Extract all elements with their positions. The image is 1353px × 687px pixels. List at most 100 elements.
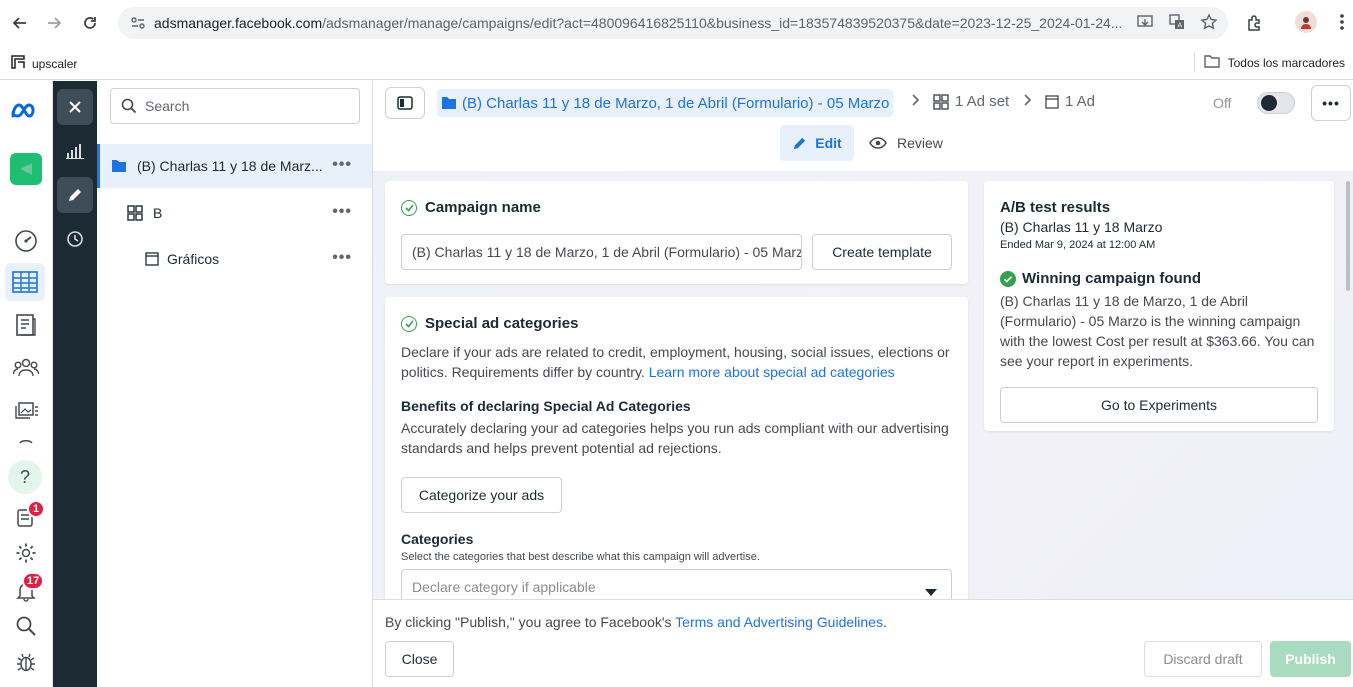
tab-review[interactable]: Review xyxy=(869,125,943,161)
campaign-name-card: Campaign name (B) Charlas 11 y 18 de Mar… xyxy=(385,181,968,284)
toggle-sidebar-button[interactable] xyxy=(385,87,425,119)
browser-toolbar: adsmanager.facebook.com/adsmanager/manag… xyxy=(0,0,1353,46)
terms-link[interactable]: Terms and Advertising Guidelines xyxy=(675,614,883,630)
ab-test-results-card: A/B test results (B) Charlas 11 y 18 Mar… xyxy=(984,181,1334,431)
url-text: adsmanager.facebook.com/adsmanager/manag… xyxy=(154,15,1123,31)
publish-legal-text: By clicking "Publish," you agree to Face… xyxy=(385,614,887,630)
settings-gear-icon[interactable] xyxy=(12,539,40,567)
history-button[interactable] xyxy=(57,221,93,257)
back-icon[interactable] xyxy=(6,9,34,37)
bar-chart-icon xyxy=(66,144,84,159)
bookmarks-divider xyxy=(1194,52,1195,72)
category-select[interactable]: Declare category if applicable xyxy=(401,569,952,599)
all-bookmarks[interactable]: Todos los marcadores xyxy=(1203,54,1345,71)
toggle-knob xyxy=(1261,95,1277,111)
meta-logo-icon[interactable] xyxy=(9,97,43,125)
tree-item-label: Gráficos xyxy=(167,251,220,267)
learn-more-link[interactable]: Learn more about special ad categories xyxy=(649,364,895,380)
install-app-icon[interactable] xyxy=(1136,13,1154,34)
editor-tool-rail xyxy=(53,81,97,687)
edit-mode-button[interactable] xyxy=(57,177,93,213)
chrome-menu-icon[interactable] xyxy=(1339,13,1345,34)
help-icon[interactable]: ? xyxy=(8,460,42,494)
ab-test-campaign: (B) Charlas 11 y 18 Marzo xyxy=(1000,219,1163,235)
special-ad-categories-card: Special ad categories Declare if your ad… xyxy=(385,297,968,599)
winning-text: (B) Charlas 11 y 18 de Marzo, 1 de Abril… xyxy=(1000,293,1315,369)
search-placeholder: Search xyxy=(145,98,190,114)
ab-test-title: A/B test results xyxy=(1000,199,1111,216)
discard-draft-button[interactable]: Discard draft xyxy=(1144,641,1262,677)
more-options-icon[interactable]: ••• xyxy=(332,156,352,174)
chevron-right-icon xyxy=(1023,93,1033,110)
more-options-icon[interactable]: ••• xyxy=(332,203,352,221)
campaign-folder-icon xyxy=(111,159,127,173)
more-options-icon[interactable]: ••• xyxy=(332,249,352,267)
pencil-icon xyxy=(792,136,807,151)
upscaler-icon xyxy=(10,54,26,73)
more-actions-button[interactable]: ••• xyxy=(1311,85,1351,121)
reports-icon[interactable] xyxy=(12,311,40,339)
address-bar[interactable]: adsmanager.facebook.com/adsmanager/manag… xyxy=(118,7,1228,39)
special-categories-description: Declare if your ads are related to credi… xyxy=(401,344,950,380)
publish-button[interactable]: Publish xyxy=(1270,641,1351,677)
ad-window-icon xyxy=(1045,94,1059,109)
breadcrumb-campaign[interactable]: (B) Charlas 11 y 18 de Marzo, 1 de Abril… xyxy=(437,89,894,117)
collapsed-menu-icon[interactable] xyxy=(12,433,40,447)
tree-item-label: (B) Charlas 11 y 18 de Marz... xyxy=(137,158,323,174)
categories-hint: Select the categories that best describe… xyxy=(401,551,760,563)
campaign-status-label: Off xyxy=(1213,95,1232,111)
campaign-name-input[interactable]: (B) Charlas 11 y 18 de Marzo, 1 de Abril… xyxy=(401,234,802,270)
ads-manager-table-icon[interactable] xyxy=(5,263,45,301)
card-title: Campaign name xyxy=(401,199,541,216)
tree-item-campaign[interactable]: (B) Charlas 11 y 18 de Marz... ••• xyxy=(97,144,372,188)
benefits-heading: Benefits of declaring Special Ad Categor… xyxy=(401,398,691,414)
bookmark-star-icon[interactable] xyxy=(1200,13,1218,34)
tree-item-label: B xyxy=(153,205,163,221)
audiences-icon[interactable] xyxy=(12,353,40,381)
search-icon[interactable] xyxy=(12,612,40,640)
bookmarks-bar: upscaler Todos los marcadores xyxy=(0,46,1353,80)
create-template-button[interactable]: Create template xyxy=(812,234,952,270)
breadcrumb-ad[interactable]: 1 Ad xyxy=(1045,93,1095,110)
ab-test-ended: Ended Mar 9, 2024 at 12:00 AM xyxy=(1000,239,1156,251)
notifications-badge: 1 xyxy=(27,500,45,518)
forward-icon[interactable] xyxy=(40,9,68,37)
folder-icon xyxy=(1203,54,1220,71)
tree-item-adset[interactable]: B ••• xyxy=(97,191,372,235)
benefits-text: Accurately declaring your ad categories … xyxy=(401,420,949,456)
editor-footer: By clicking "Publish," you agree to Face… xyxy=(373,599,1353,687)
winning-heading: Winning campaign found xyxy=(1000,270,1201,287)
categorize-ads-button[interactable]: Categorize your ads xyxy=(401,477,562,513)
campaign-folder-icon xyxy=(441,96,457,110)
site-settings-icon[interactable] xyxy=(130,15,146,34)
check-circle-icon xyxy=(401,315,417,332)
eye-icon xyxy=(869,137,887,149)
media-library-icon[interactable] xyxy=(12,395,40,423)
go-to-experiments-button[interactable]: Go to Experiments xyxy=(1000,387,1318,423)
close-editor-button[interactable] xyxy=(57,89,93,125)
dashboard-gauge-icon[interactable] xyxy=(12,227,40,255)
ad-window-icon xyxy=(145,252,159,266)
campaign-tree-panel: Search (B) Charlas 11 y 18 de Marz... ••… xyxy=(97,81,373,687)
reload-icon[interactable] xyxy=(76,9,104,37)
search-icon xyxy=(121,98,137,117)
profile-avatar[interactable] xyxy=(1295,11,1317,33)
breadcrumb-adset[interactable]: 1 Ad set xyxy=(933,93,1009,110)
editor-header: (B) Charlas 11 y 18 de Marzo, 1 de Abril… xyxy=(373,81,1353,171)
pencil-icon xyxy=(69,189,81,201)
tab-edit[interactable]: Edit xyxy=(780,125,854,161)
bookmark-upscaler[interactable]: upscaler xyxy=(10,54,77,73)
close-button[interactable]: Close xyxy=(385,641,454,677)
caret-down-icon xyxy=(925,584,937,599)
campaign-on-off-toggle[interactable] xyxy=(1257,92,1295,114)
extensions-icon[interactable] xyxy=(1245,13,1265,36)
sidebar-icon xyxy=(397,96,413,110)
translate-icon[interactable]: A xyxy=(1168,13,1186,34)
bug-report-icon[interactable] xyxy=(12,648,40,676)
reporting-chart-button[interactable] xyxy=(57,133,93,169)
app-launcher-icon[interactable] xyxy=(10,153,42,185)
adset-grid-icon xyxy=(933,93,949,110)
tree-item-ad[interactable]: Gráficos ••• xyxy=(97,237,372,281)
tree-search-input[interactable]: Search xyxy=(110,88,360,124)
content-scrollbar[interactable] xyxy=(1346,181,1350,291)
